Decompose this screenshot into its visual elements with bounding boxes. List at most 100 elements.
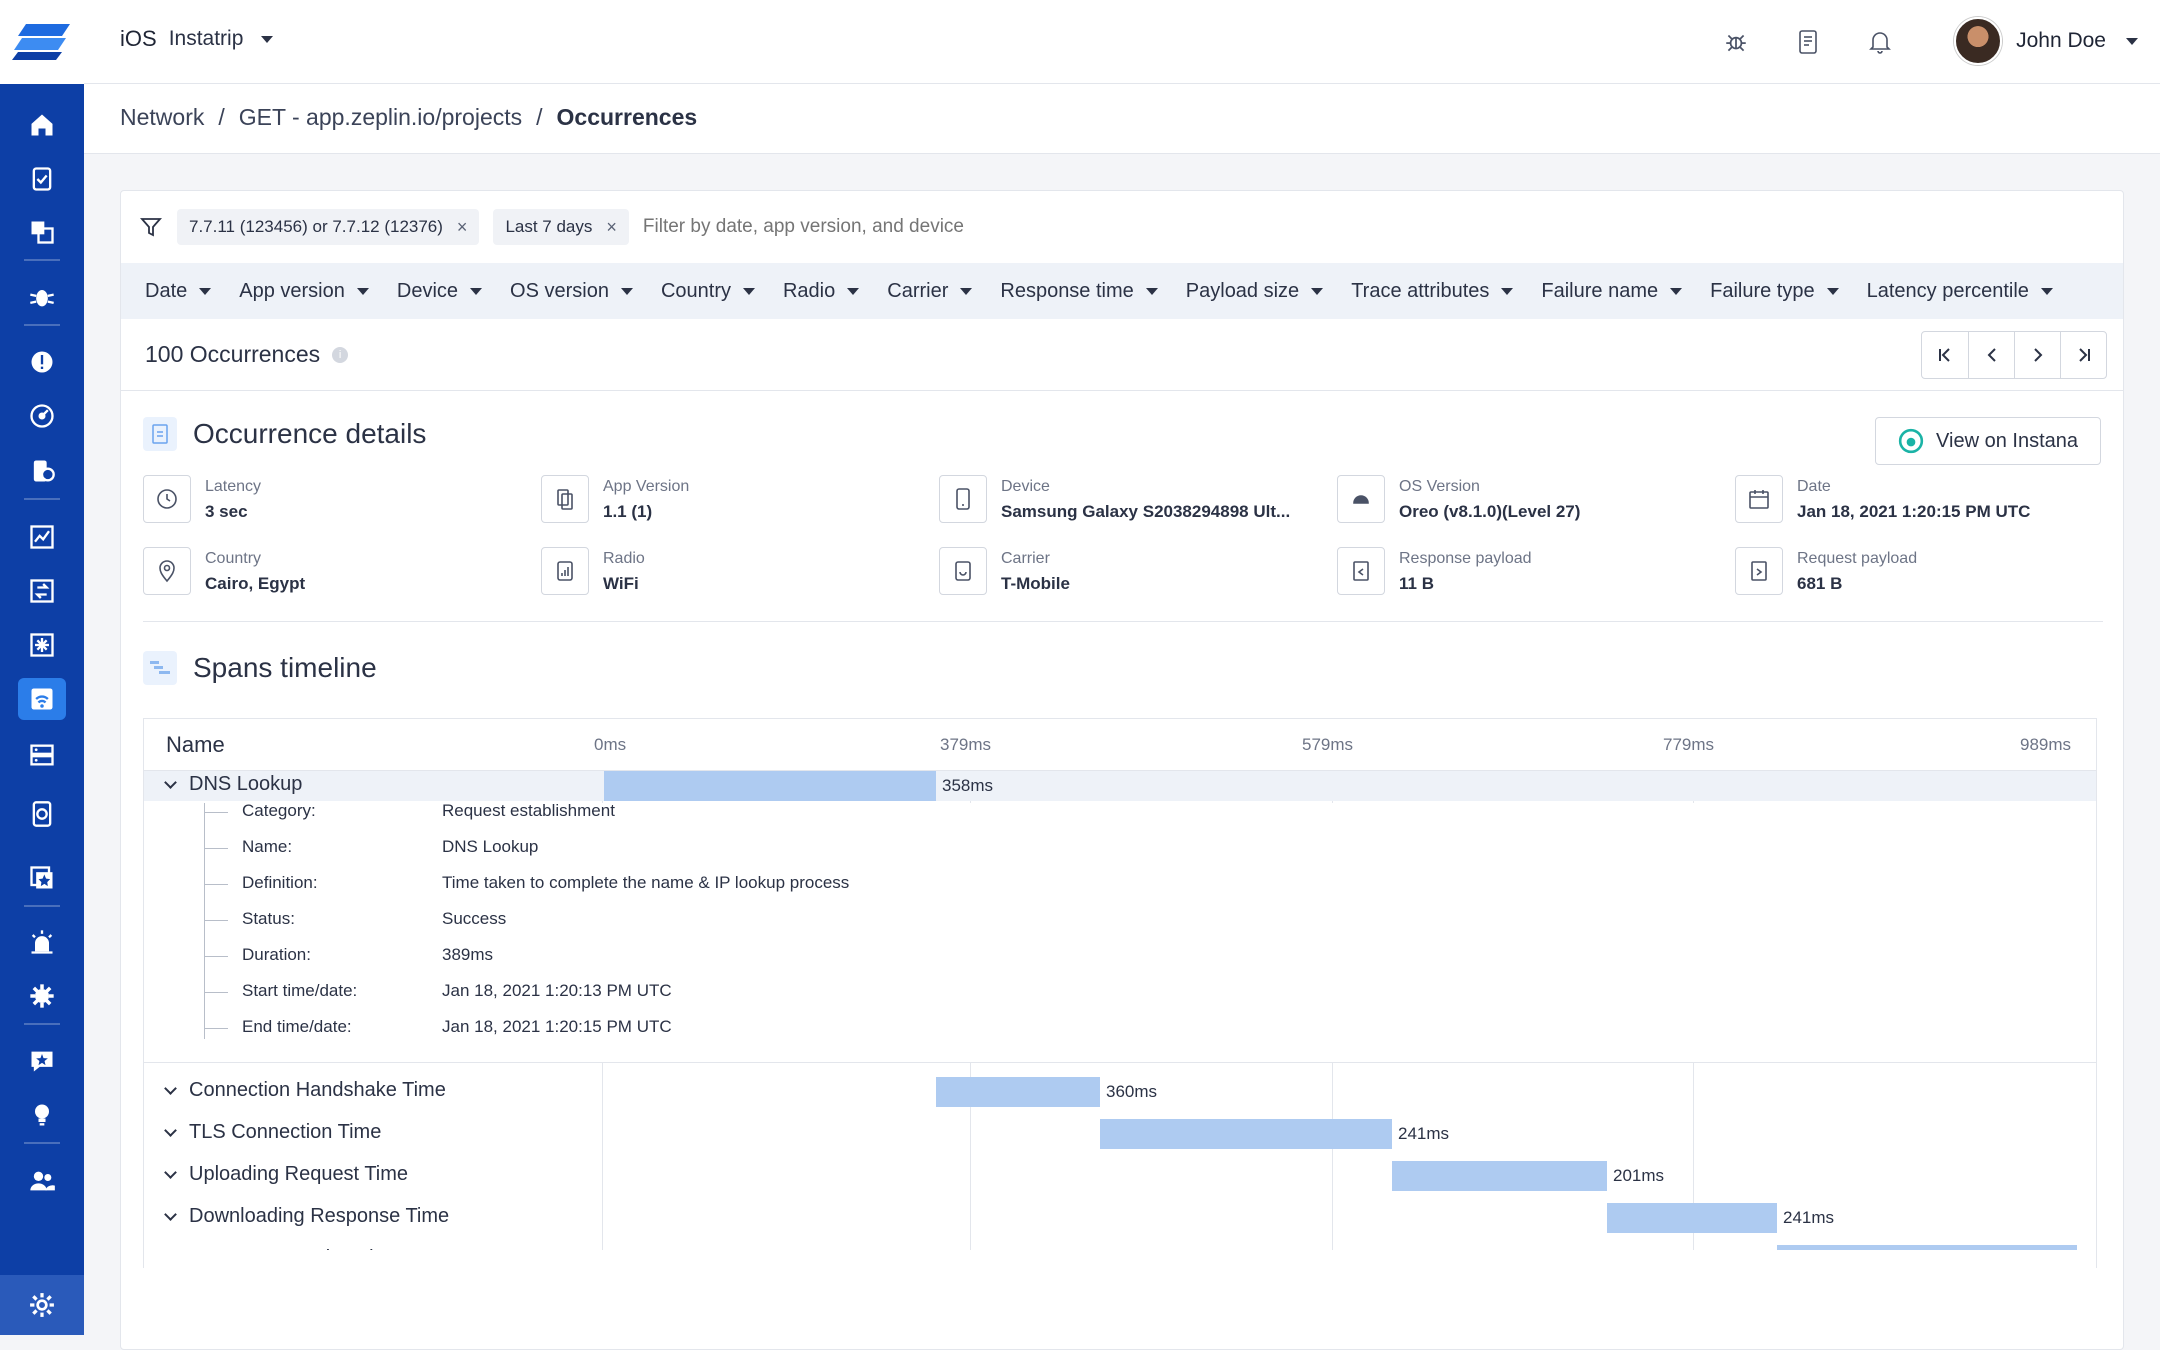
filter-icon[interactable] xyxy=(139,215,163,239)
sidebar-item-phone-x[interactable] xyxy=(18,450,66,492)
tick-label: 379ms xyxy=(940,735,992,754)
breadcrumb-current: Occurrences xyxy=(556,104,698,130)
filter-dropdown-latency-percentile[interactable]: Latency percentile xyxy=(1867,280,2053,303)
filter-dropdown-os-version[interactable]: OS version xyxy=(510,280,633,303)
phone-icon xyxy=(939,475,987,523)
filter-chip-version[interactable]: 7.7.11 (123456) or 7.7.12 (12376) × xyxy=(177,209,480,245)
next-page-button[interactable] xyxy=(2014,332,2060,378)
span-bar[interactable] xyxy=(604,771,936,801)
sidebar-item-alarm[interactable] xyxy=(18,921,66,963)
sidebar-item-alert-circle[interactable] xyxy=(18,341,66,383)
filter-dropdown-country[interactable]: Country xyxy=(661,280,755,303)
detail-label: Radio xyxy=(603,550,645,567)
filter-dropdown-response-time[interactable]: Response time xyxy=(1000,280,1158,303)
timeline-icon xyxy=(143,651,177,685)
filter-dropdown-radio[interactable]: Radio xyxy=(783,280,860,303)
chevron-down-icon[interactable] xyxy=(164,1123,177,1137)
filter-chip-date[interactable]: Last 7 days × xyxy=(493,209,629,245)
scroll-fade xyxy=(144,1250,2096,1268)
filter-input[interactable] xyxy=(642,216,1243,238)
filter-dropdown-app-version[interactable]: App version xyxy=(239,280,369,303)
span-label: Downloading Response Time xyxy=(164,1205,449,1228)
notifications-button[interactable] xyxy=(1860,22,1900,62)
span-duration: 358ms xyxy=(942,776,994,795)
sidebar-item-snowflake[interactable] xyxy=(18,624,66,666)
chevron-down-icon[interactable] xyxy=(164,1207,177,1221)
breadcrumb-separator: / xyxy=(218,104,225,130)
prev-page-button[interactable] xyxy=(1968,332,2014,378)
filter-dropdown-date[interactable]: Date xyxy=(145,280,212,303)
span-row-dns-lookup[interactable]: DNS Lookup 358ms xyxy=(144,771,2096,801)
sidebar-divider xyxy=(24,259,60,261)
close-icon[interactable]: × xyxy=(457,217,468,238)
filter-dropdown-failure-type[interactable]: Failure type xyxy=(1710,280,1839,303)
chevron-down-icon xyxy=(1145,287,1158,295)
tick-label: 0ms xyxy=(594,735,627,754)
detail-value: 3 sec xyxy=(205,502,248,521)
detail-response-payload: Response payload 11 B xyxy=(1337,547,1727,599)
detail-key: Duration: xyxy=(242,945,311,964)
sidebar-item-device-refresh[interactable] xyxy=(18,793,66,835)
span-row-downloading-response-time[interactable]: Downloading Response Time 241ms xyxy=(144,1203,2096,1233)
chevron-down-icon[interactable] xyxy=(164,1165,177,1179)
device-refresh-icon xyxy=(32,801,52,827)
sidebar-item-dashboard[interactable] xyxy=(18,395,66,437)
chevron-down-icon xyxy=(356,287,369,295)
docs-button[interactable] xyxy=(1788,22,1828,62)
sidebar-item-layers[interactable] xyxy=(18,211,66,253)
dropdown-label: Trace attributes xyxy=(1351,279,1490,302)
details-grid: Latency 3 sec App Version 1.1 (1) Device… xyxy=(143,475,2103,605)
filter-dropdown-device[interactable]: Device xyxy=(397,280,483,303)
sidebar-item-team[interactable] xyxy=(18,1160,66,1202)
sidebar-item-gear-bug[interactable] xyxy=(18,975,66,1017)
chart-up-icon xyxy=(30,525,54,549)
breadcrumb-endpoint[interactable]: GET - app.zeplin.io/projects xyxy=(239,104,522,131)
chevron-down-icon[interactable] xyxy=(164,775,177,789)
span-name: Uploading Request Time xyxy=(189,1163,409,1185)
breadcrumb-bar: Network / GET - app.zeplin.io/projects /… xyxy=(84,84,2160,154)
bug-report-button[interactable] xyxy=(1716,22,1756,62)
tree-line xyxy=(204,992,228,993)
sidebar-item-settings[interactable] xyxy=(0,1275,84,1335)
view-on-instana-button[interactable]: View on Instana xyxy=(1875,417,2101,465)
span-bar[interactable] xyxy=(936,1077,1100,1107)
sidebar-item-star-window[interactable] xyxy=(18,857,66,899)
span-bar[interactable] xyxy=(1100,1119,1392,1149)
span-bar[interactable] xyxy=(1607,1203,1777,1233)
span-row-uploading-request-time[interactable]: Uploading Request Time 201ms xyxy=(144,1161,2096,1191)
sidebar-item-star-chat[interactable] xyxy=(18,1040,66,1082)
sidebar-item-network[interactable] xyxy=(18,678,66,720)
span-row-tls-connection-time[interactable]: TLS Connection Time 241ms xyxy=(144,1119,2096,1149)
detail-label: Date xyxy=(1797,478,1831,495)
sidebar-item-server[interactable] xyxy=(18,734,66,776)
user-menu[interactable]: John Doe xyxy=(1954,17,2138,65)
detail-value: Jan 18, 2021 1:20:13 PM UTC xyxy=(442,981,672,1000)
span-bar[interactable] xyxy=(1392,1161,1607,1191)
chip-label: 7.7.11 (123456) or 7.7.12 (12376) xyxy=(189,217,443,236)
sidebar-item-chart-up[interactable] xyxy=(18,516,66,558)
span-label: DNS Lookup xyxy=(164,773,302,796)
span-row-connection-handshake-time[interactable]: Connection Handshake Time 360ms xyxy=(144,1077,2096,1107)
filter-bar: 7.7.11 (123456) or 7.7.12 (12376) × Last… xyxy=(121,191,2123,263)
close-icon[interactable]: × xyxy=(606,217,617,238)
sidebar-item-transfer[interactable] xyxy=(18,570,66,612)
breadcrumb-network[interactable]: Network xyxy=(120,104,204,131)
filter-dropdown-failure-name[interactable]: Failure name xyxy=(1541,280,1683,303)
info-icon[interactable]: i xyxy=(332,346,349,363)
app-logo[interactable] xyxy=(0,0,84,84)
team-icon xyxy=(30,1171,55,1191)
filter-dropdown-payload-size[interactable]: Payload size xyxy=(1186,280,1324,303)
filter-dropdown-trace-attributes[interactable]: Trace attributes xyxy=(1351,279,1514,303)
filter-dropdown-carrier[interactable]: Carrier xyxy=(887,280,973,303)
last-page-button[interactable] xyxy=(2060,332,2106,378)
sidebar-item-clipboard-check[interactable] xyxy=(18,158,66,200)
app-switcher[interactable]: iOS Instatrip xyxy=(120,26,274,52)
detail-label: Country xyxy=(205,550,262,567)
sidebar-item-home[interactable] xyxy=(18,104,66,146)
sidebar-item-lightbulb[interactable] xyxy=(18,1094,66,1136)
first-page-button[interactable] xyxy=(1922,332,1968,378)
span-duration: 241ms xyxy=(1783,1208,1835,1227)
detail-device: Device Samsung Galaxy S2038294898 Ult... xyxy=(939,475,1329,527)
chevron-down-icon[interactable] xyxy=(164,1081,177,1095)
sidebar-item-bug[interactable] xyxy=(18,276,66,318)
